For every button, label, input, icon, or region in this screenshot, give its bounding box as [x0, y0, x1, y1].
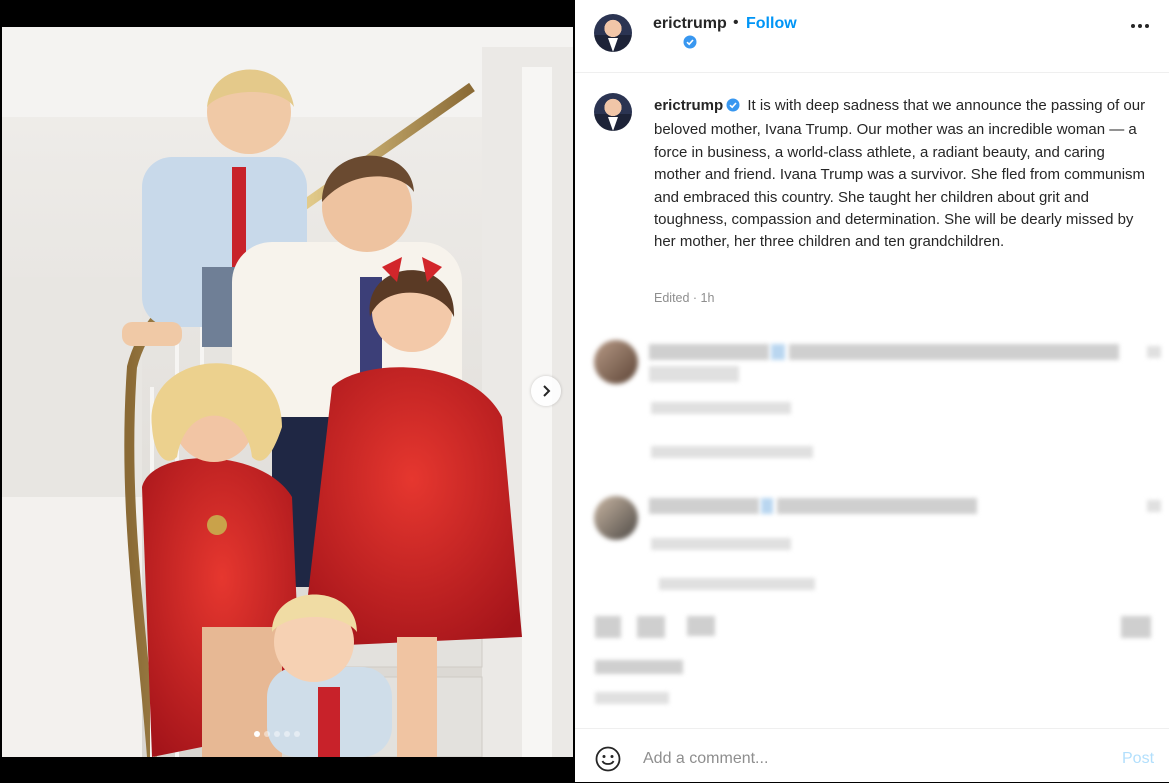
blurred-icon: [1121, 616, 1151, 638]
next-slide-button[interactable]: [531, 376, 561, 406]
blurred-text: [761, 498, 773, 514]
follow-button[interactable]: Follow: [746, 15, 797, 33]
instagram-post-modal: erictrump • Follow erictrump It is with …: [0, 0, 1169, 782]
blurred-text: [651, 402, 791, 414]
blurred-text: [595, 660, 683, 674]
comment-avatar: [594, 340, 638, 384]
next-arrow-icon: [543, 385, 551, 397]
blurred-icon: [595, 616, 621, 638]
carousel-dot: [284, 731, 290, 737]
blurred-text: [595, 692, 669, 704]
blurred-like: [1147, 500, 1161, 512]
post-comment-button[interactable]: Post: [1122, 750, 1154, 768]
carousel-dot: [254, 731, 260, 737]
blurred-text: [651, 538, 791, 550]
carousel-dots: [254, 731, 300, 737]
blurred-text: [651, 446, 813, 458]
comment-input[interactable]: [641, 744, 1105, 774]
header-username[interactable]: erictrump: [653, 15, 727, 33]
verified-badge-icon: [683, 35, 697, 54]
blurred-text: [777, 498, 977, 514]
carousel-dot: [294, 731, 300, 737]
avatar[interactable]: [594, 14, 632, 52]
post-media-pane: [0, 0, 575, 782]
blurred-text: [649, 344, 769, 360]
blurred-text: [771, 344, 785, 360]
edited-timestamp: Edited · 1h: [654, 291, 715, 305]
caption-body: It is with deep sadness that we announce…: [654, 97, 1146, 251]
caption-text-block: erictrump It is with deep sadness that w…: [654, 95, 1154, 254]
blurred-text: [659, 578, 815, 590]
caption-username[interactable]: erictrump: [654, 97, 723, 114]
carousel-dot: [264, 731, 270, 737]
blurred-text: [789, 344, 1119, 360]
blurred-like: [1147, 346, 1161, 358]
family-photo-illustration: [2, 27, 573, 757]
comment-bar: Post: [575, 728, 1169, 783]
blurred-text: [649, 498, 759, 514]
comment-avatar: [594, 496, 638, 540]
verified-badge-icon: [726, 97, 740, 119]
post-header: erictrump • Follow: [575, 0, 1169, 73]
blurred-icon: [687, 616, 715, 636]
post-side-panel: erictrump • Follow erictrump It is with …: [575, 0, 1169, 782]
avatar[interactable]: [594, 93, 632, 131]
emoji-icon[interactable]: [595, 746, 621, 777]
blurred-icon: [637, 616, 665, 638]
header-separator: •: [733, 14, 739, 31]
post-photo[interactable]: [2, 27, 573, 757]
more-options-icon[interactable]: [1131, 24, 1149, 28]
blurred-text: [649, 366, 739, 382]
carousel-dot: [274, 731, 280, 737]
